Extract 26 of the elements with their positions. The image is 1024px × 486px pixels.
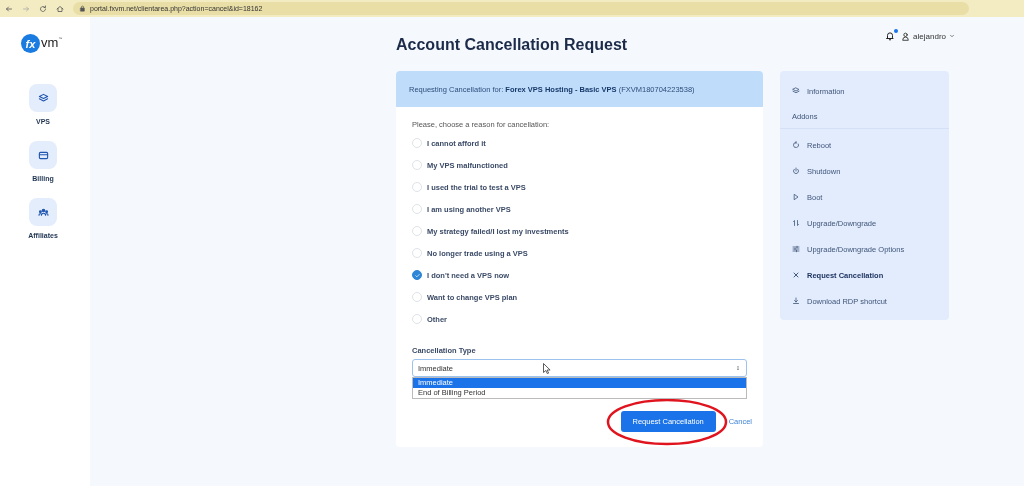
chevron-icon bbox=[949, 33, 955, 39]
power-icon bbox=[792, 167, 800, 175]
nav-tile[interactable] bbox=[29, 141, 57, 169]
play-icon bbox=[792, 193, 800, 201]
check-icon bbox=[413, 271, 421, 279]
notification-icon[interactable] bbox=[885, 31, 896, 41]
nav-tile[interactable] bbox=[29, 198, 57, 226]
card-icon bbox=[37, 149, 49, 161]
arrows-icon bbox=[792, 219, 800, 227]
cursor-icon bbox=[543, 363, 551, 374]
nav-tile[interactable] bbox=[29, 84, 57, 112]
layers-icon bbox=[37, 92, 49, 104]
radio-button[interactable] bbox=[412, 270, 422, 280]
download-icon bbox=[792, 297, 800, 305]
back-icon[interactable] bbox=[5, 4, 13, 13]
layers-icon bbox=[792, 87, 800, 95]
reload-icon[interactable] bbox=[39, 4, 47, 13]
home-icon[interactable] bbox=[56, 4, 64, 13]
lock-icon bbox=[79, 5, 86, 12]
reload-icon bbox=[792, 141, 800, 149]
close-icon bbox=[792, 271, 800, 279]
forward-icon[interactable] bbox=[22, 4, 30, 13]
user-icon bbox=[901, 31, 911, 41]
page-title: Account Cancellation Request bbox=[396, 35, 628, 55]
user-menu[interactable]: alejandro bbox=[901, 31, 955, 41]
people-icon bbox=[37, 206, 49, 218]
